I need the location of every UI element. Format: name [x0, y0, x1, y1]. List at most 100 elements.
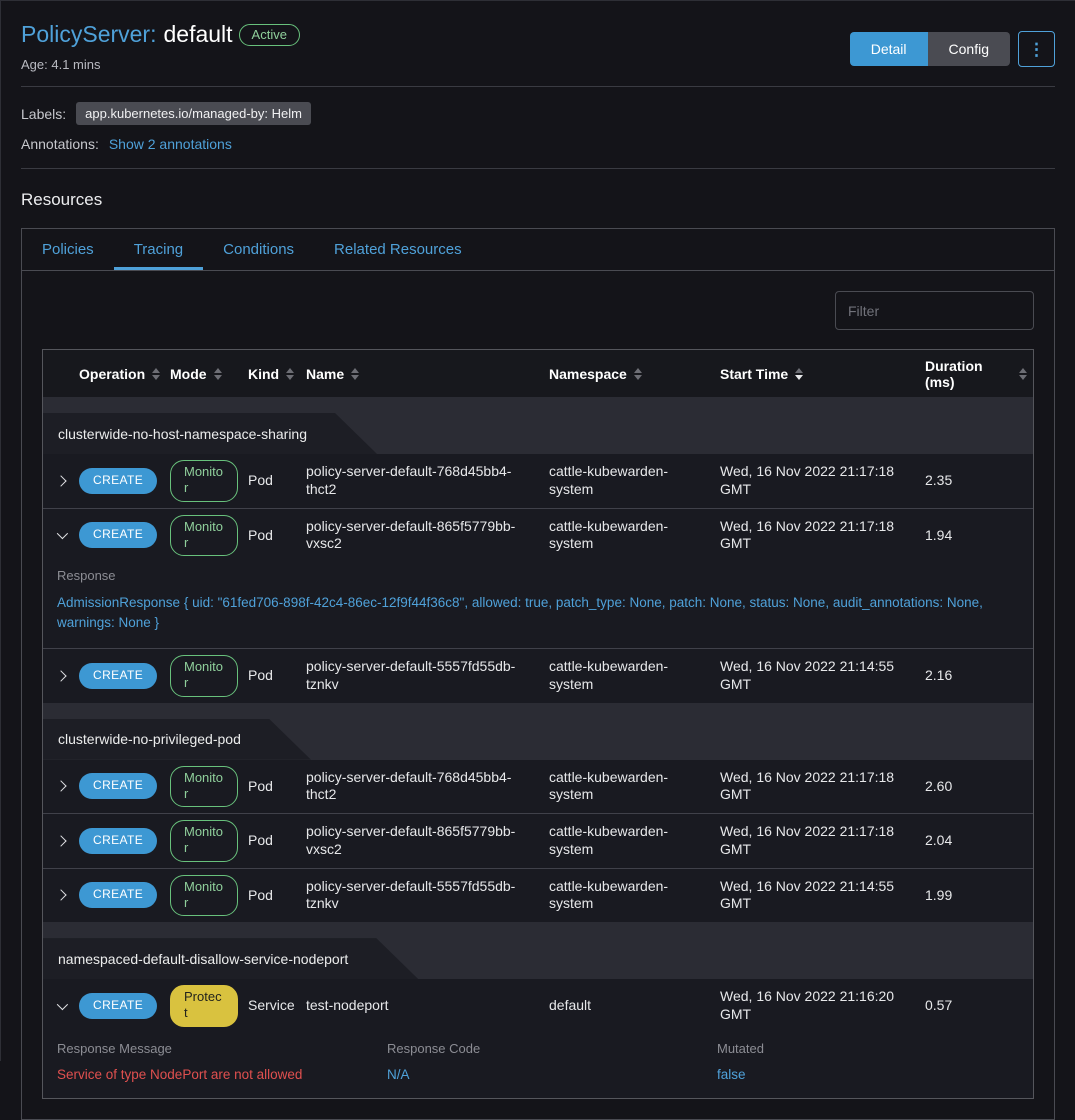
response-field-value: Service of type NodePort are not allowed [57, 1067, 387, 1082]
column-header-start-time[interactable]: Start Time [720, 360, 925, 388]
tab-related-resources[interactable]: Related Resources [314, 229, 482, 270]
show-annotations-link[interactable]: Show 2 annotations [109, 136, 232, 152]
start-time-cell: Wed, 16 Nov 2022 21:14:55 GMT [720, 878, 925, 913]
column-header-namespace[interactable]: Namespace [549, 360, 720, 388]
operation-badge: CREATE [79, 663, 157, 689]
expand-chevron-icon[interactable] [55, 890, 66, 901]
trace-row-block: CREATE Monitor Pod policy-server-default… [43, 508, 1033, 649]
response-detail: Response AdmissionResponse { uid: "61fed7… [43, 562, 1033, 648]
admission-response-text: AdmissionResponse { uid: "61fed706-898f-… [57, 593, 1017, 632]
resource-kind-label: PolicyServer: [21, 21, 156, 48]
policy-group-header: namespaced-default-disallow-service-node… [43, 922, 1033, 979]
start-time-cell: Wed, 16 Nov 2022 21:17:18 GMT [720, 518, 925, 553]
start-time-cell: Wed, 16 Nov 2022 21:17:18 GMT [720, 463, 925, 498]
expand-chevron-icon[interactable] [57, 528, 68, 539]
tracing-panel: Operation Mode Kind Name [22, 271, 1054, 1119]
operation-badge: CREATE [79, 993, 157, 1019]
status-badge: Active [239, 24, 300, 46]
sort-icon [351, 368, 359, 380]
mode-badge: Monitor [170, 820, 238, 862]
sort-icon-active [795, 368, 803, 380]
tab-tracing[interactable]: Tracing [114, 229, 203, 270]
name-cell: policy-server-default-768d45bb4-thct2 [306, 769, 549, 804]
response-label: Response [57, 568, 1017, 583]
masthead: PolicyServer: default Active Age: 4.1 mi… [21, 1, 1055, 87]
start-time-cell: Wed, 16 Nov 2022 21:17:18 GMT [720, 823, 925, 858]
namespace-cell: cattle-kubewarden-system [549, 658, 720, 693]
expand-chevron-icon[interactable] [55, 475, 66, 486]
trace-row-block: CREATE Monitor Pod policy-server-default… [43, 648, 1033, 703]
column-header-duration[interactable]: Duration (ms) [925, 352, 1033, 396]
trace-row[interactable]: CREATE Monitor Pod policy-server-default… [43, 814, 1033, 868]
trace-row[interactable]: CREATE Monitor Pod policy-server-default… [43, 760, 1033, 814]
mode-badge: Protect [170, 985, 238, 1027]
trace-row[interactable]: CREATE Monitor Pod policy-server-default… [43, 649, 1033, 703]
policy-group-title: clusterwide-no-privileged-pod [58, 731, 241, 747]
response-fields: Response MessageService of type NodePort… [43, 1033, 1033, 1098]
namespace-cell: cattle-kubewarden-system [549, 518, 720, 553]
filter-input[interactable] [835, 291, 1034, 330]
name-cell: policy-server-default-768d45bb4-thct2 [306, 463, 549, 498]
duration-cell: 0.57 [925, 997, 1033, 1015]
column-header-operation[interactable]: Operation [79, 360, 170, 388]
response-field-value: false [717, 1067, 1017, 1082]
namespace-cell: cattle-kubewarden-system [549, 463, 720, 498]
namespace-cell: cattle-kubewarden-system [549, 878, 720, 913]
title-wrap: PolicyServer: default Active Age: 4.1 mi… [21, 21, 300, 72]
kind-cell: Pod [248, 887, 306, 905]
sort-icon [634, 368, 642, 380]
policy-group-tab: namespaced-default-disallow-service-node… [43, 938, 418, 979]
detail-button[interactable]: Detail [850, 32, 928, 66]
response-field-label: Response Code [387, 1041, 717, 1056]
tab-bar: Policies Tracing Conditions Related Reso… [22, 229, 1054, 271]
duration-cell: 2.16 [925, 667, 1033, 685]
response-field-value: N/A [387, 1067, 717, 1082]
namespace-cell: cattle-kubewarden-system [549, 823, 720, 858]
kind-cell: Pod [248, 472, 306, 490]
trace-row-block: CREATE Monitor Pod policy-server-default… [43, 868, 1033, 923]
duration-cell: 2.35 [925, 472, 1033, 490]
operation-badge: CREATE [79, 468, 157, 494]
tab-policies[interactable]: Policies [22, 229, 114, 270]
response-field: Mutated false [717, 1041, 1017, 1082]
trace-row[interactable]: CREATE Protect Service test-nodeport def… [43, 979, 1033, 1033]
table-header-row: Operation Mode Kind Name [43, 350, 1033, 397]
trace-row[interactable]: CREATE Monitor Pod policy-server-default… [43, 869, 1033, 923]
kind-cell: Pod [248, 778, 306, 796]
expand-column-header [43, 368, 79, 380]
trace-row[interactable]: CREATE Monitor Pod policy-server-default… [43, 454, 1033, 508]
policy-group-tab: clusterwide-no-privileged-pod [43, 719, 311, 760]
tracing-table: Operation Mode Kind Name [42, 349, 1034, 1099]
kind-cell: Pod [248, 667, 306, 685]
namespace-cell: default [549, 997, 720, 1015]
expand-chevron-icon[interactable] [57, 999, 68, 1010]
sort-icon [214, 368, 222, 380]
response-field: Response Code N/A [387, 1041, 717, 1082]
expand-chevron-icon[interactable] [55, 781, 66, 792]
duration-cell: 2.60 [925, 778, 1033, 796]
trace-row-block: CREATE Monitor Pod policy-server-default… [43, 813, 1033, 868]
column-header-name[interactable]: Name [306, 360, 549, 388]
policy-group: clusterwide-no-privileged-pod CREATE Mon… [43, 703, 1033, 923]
metadata-section: Labels: app.kubernetes.io/managed-by: He… [21, 87, 1055, 169]
name-cell: policy-server-default-5557fd55db-tznkv [306, 878, 549, 913]
expand-chevron-icon[interactable] [55, 670, 66, 681]
column-header-mode[interactable]: Mode [170, 360, 248, 388]
config-button[interactable]: Config [928, 32, 1010, 66]
age-label: Age: 4.1 mins [21, 57, 300, 72]
expand-chevron-icon[interactable] [55, 835, 66, 846]
policy-server-page: PolicyServer: default Active Age: 4.1 mi… [1, 1, 1075, 1120]
policy-group-title: clusterwide-no-host-namespace-sharing [58, 426, 307, 442]
duration-cell: 2.04 [925, 832, 1033, 850]
column-header-kind[interactable]: Kind [248, 360, 306, 388]
sort-icon [286, 368, 294, 380]
tab-conditions[interactable]: Conditions [203, 229, 314, 270]
resource-name: default [163, 21, 232, 48]
policy-group: clusterwide-no-host-namespace-sharing CR… [43, 397, 1033, 703]
trace-row-block: CREATE Monitor Pod policy-server-default… [43, 454, 1033, 508]
trace-row[interactable]: CREATE Monitor Pod policy-server-default… [43, 509, 1033, 563]
response-field-label: Mutated [717, 1041, 1017, 1056]
kebab-menu-icon[interactable]: ⋮ [1018, 31, 1055, 67]
mode-badge: Monitor [170, 875, 238, 917]
mode-badge: Monitor [170, 766, 238, 808]
